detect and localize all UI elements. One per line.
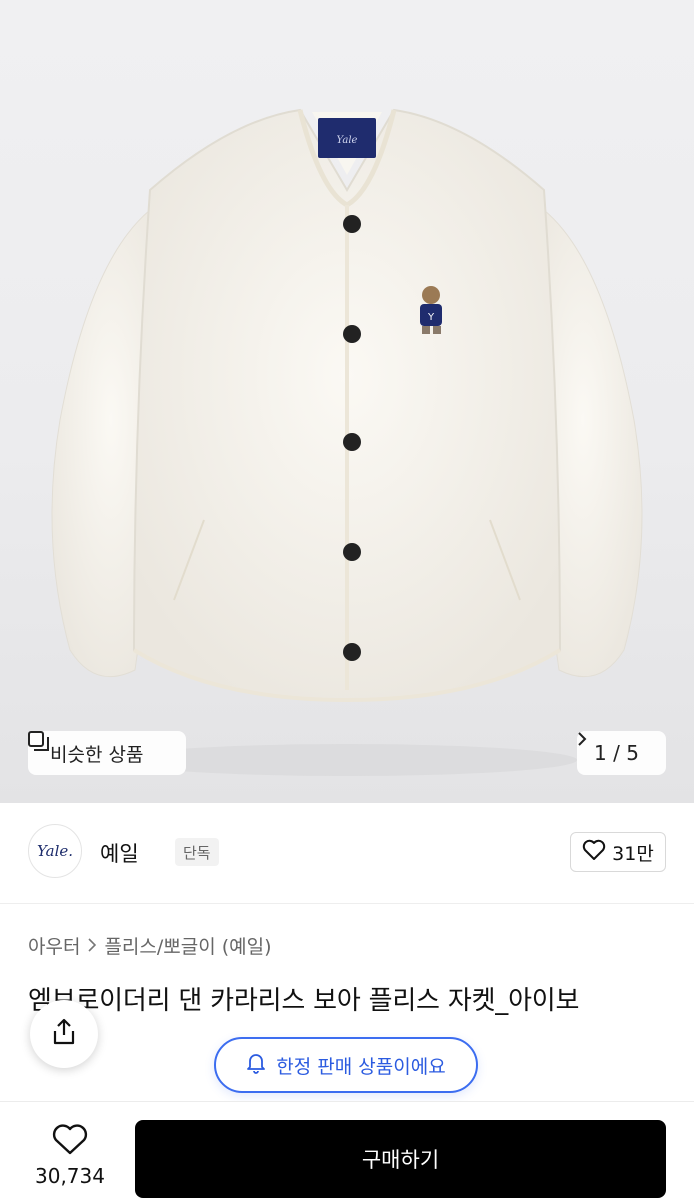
product-image-carousel[interactable]: Yale Y 비슷한 상품 1 / 5	[0, 0, 694, 803]
wishlist-button[interactable]: 30,734	[20, 1124, 120, 1192]
heart-icon	[582, 839, 606, 866]
similar-products-label: 비슷한 상품	[50, 743, 144, 766]
bell-icon	[246, 1052, 266, 1079]
wishlist-count: 30,734	[35, 1164, 105, 1188]
heart-icon	[52, 1124, 88, 1160]
svg-text:Y: Y	[427, 312, 435, 323]
brand-like-button[interactable]: 31만	[570, 832, 666, 872]
brand-row: Yale. 예일 단독 31만	[28, 824, 666, 880]
brand-name[interactable]: 예일	[100, 838, 139, 868]
brand-logo-text: Yale.	[36, 842, 74, 860]
product-photo: Yale Y	[51, 108, 643, 776]
limited-sale-text: 한정 판매 상품이에요	[276, 1055, 446, 1078]
brand-like-count: 31만	[612, 842, 654, 865]
breadcrumb: 아우터 플리스/뽀글이 (예일)	[28, 932, 272, 959]
svg-text:Yale: Yale	[337, 135, 358, 146]
brand-logo[interactable]: Yale.	[28, 824, 82, 878]
page-indicator-text: 1 / 5	[594, 741, 639, 765]
exclusive-badge: 단독	[175, 838, 219, 866]
similar-products-button[interactable]: 비슷한 상품	[28, 731, 186, 775]
limited-sale-notice[interactable]: 한정 판매 상품이에요	[214, 1037, 478, 1093]
breadcrumb-item-outer[interactable]: 아우터	[28, 932, 80, 959]
chevron-right-icon	[88, 935, 97, 957]
share-button[interactable]	[30, 1000, 98, 1068]
share-icon	[51, 1018, 77, 1050]
breadcrumb-item-fleece[interactable]: 플리스/뽀글이 (예일)	[104, 932, 271, 959]
divider	[0, 903, 694, 904]
buy-button[interactable]: 구매하기	[135, 1120, 666, 1198]
image-page-indicator[interactable]: 1 / 5	[577, 731, 666, 775]
product-title: 엠브로이더리 댄 카라리스 보아 플리스 자켓_아이보	[28, 986, 580, 1016]
bottom-action-bar: 30,734 구매하기	[0, 1101, 694, 1201]
